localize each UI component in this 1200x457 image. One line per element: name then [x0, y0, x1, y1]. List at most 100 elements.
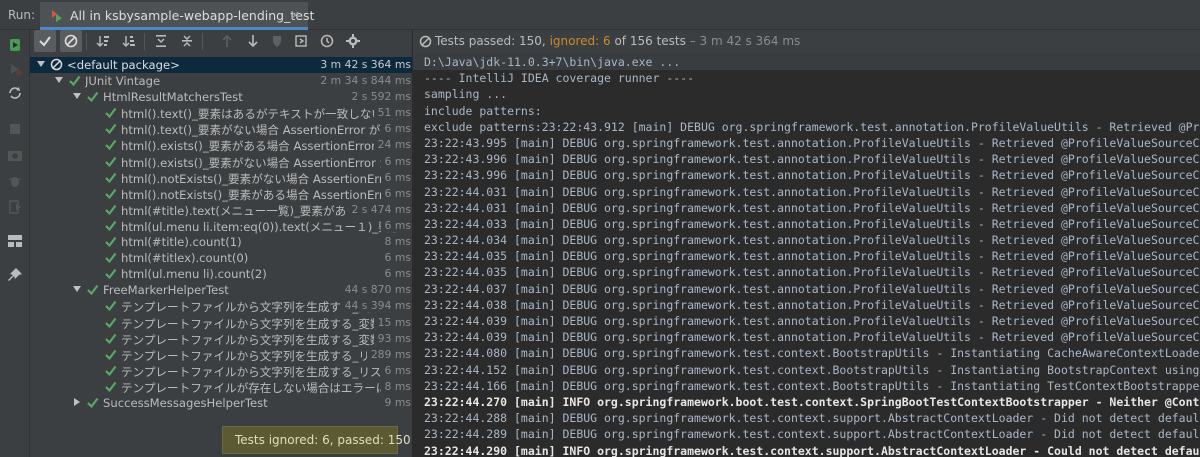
test-duration: 15 ms [373, 315, 411, 329]
test-result-balloon: Tests ignored: 6, passed: 150 [222, 426, 411, 454]
check-icon [105, 236, 117, 248]
debug-icon[interactable] [6, 172, 24, 190]
console-line: 23:22:44.166 [main] DEBUG org.springfram… [424, 378, 1200, 393]
toggle-auto-test-icon[interactable] [6, 84, 24, 102]
test-tree-row[interactable]: html().text()_要素がない場合 AssertionError が t… [30, 121, 412, 137]
console-line: 23:22:44.080 [main] DEBUG org.springfram… [424, 346, 1200, 361]
test-duration: 44 s 394 ms [340, 299, 411, 313]
layout-icon[interactable] [6, 232, 24, 250]
check-icon [105, 124, 117, 135]
test-duration: 6 ms [380, 251, 411, 265]
console-line: 23:22:44.031 [main] DEBUG org.springfram… [424, 200, 1200, 215]
test-name: テンプレートファイルから文字列を生成する_リストの場 [121, 348, 403, 363]
test-tree-row[interactable]: JUnit Vintage 2 m 34 s 844 ms [30, 73, 412, 89]
check-icon[interactable] [34, 30, 56, 52]
run-label: Run: [8, 8, 36, 22]
test-tree-row[interactable]: html(#titlex).count(0) 6 ms [30, 250, 412, 266]
test-tree-row[interactable]: html().exists()_要素がある場合 AssertionError は… [30, 137, 412, 153]
check-icon [105, 188, 117, 199]
test-tree-row[interactable]: テンプレートファイルから文字列を生成する_変数 44 s 394 ms [30, 298, 412, 314]
test-duration: 24 ms [373, 138, 411, 152]
console-line: 23:22:44.035 [main] DEBUG org.springfram… [424, 265, 1200, 280]
sort-alpha-icon[interactable] [92, 30, 114, 52]
run-tool-window-header: Run: All in ksbysample-webapp-lending_te… [0, 0, 1200, 30]
close-icon[interactable]: × [290, 8, 300, 22]
test-tree-row[interactable]: html().notExists()_要素がない場合 AssertionErro… [30, 170, 412, 186]
test-status-bar: Tests passed: 150, ignored: 6 of 156 tes… [413, 30, 1200, 54]
console-line: 23:22:43.996 [main] DEBUG org.springfram… [424, 168, 1200, 183]
test-tree-row[interactable]: html().text()_要素はあるがテキストが一致しない場合 51 ms [30, 105, 412, 121]
test-tree-row[interactable]: SuccessMessagesHelperTest 9 ms [30, 395, 412, 411]
check-icon [69, 75, 81, 87]
test-tree-row[interactable]: html(#title).count(1) 8 ms [30, 234, 412, 250]
test-tree-row[interactable]: html(ul.menu li.item:eq(0)).text(メニュー１)_… [30, 218, 412, 234]
chevron-down-icon[interactable] [72, 284, 82, 294]
run-tab-title: All in ksbysample-webapp-lending_test [70, 8, 315, 23]
test-tree-row[interactable]: <default package> 3 m 42 s 364 ms [30, 57, 412, 74]
stop-icon[interactable] [6, 120, 24, 138]
chevron-right-icon[interactable] [72, 397, 82, 407]
test-tree-row[interactable]: html().notExists()_要素がある場合 AssertionErro… [30, 186, 412, 202]
check-icon [105, 269, 117, 280]
check-icon [105, 172, 117, 183]
test-tree-row[interactable]: html(#title).text(メニュー一覧)_要素がありテキ 2 s 474… [30, 202, 412, 218]
pin-icon[interactable] [6, 266, 24, 284]
exit-icon[interactable] [6, 198, 24, 216]
test-tree-row[interactable]: テンプレートファイルが存在しない場合はエラーになる 8 ms [30, 379, 412, 395]
test-duration: 9 ms [380, 395, 411, 409]
ban-icon[interactable] [60, 30, 82, 52]
check-icon [87, 397, 99, 409]
ban-icon [419, 35, 432, 48]
console-line: D:\Java\jdk-11.0.3+7\bin\java.exe ... [413, 54, 1200, 71]
chevron-down-icon[interactable] [36, 59, 46, 69]
test-tree-row[interactable]: テンプレートファイルから文字列を生成する_リストでnar 6 ms [30, 363, 412, 379]
test-name: html().exists()_要素がない場合 AssertionError が… [121, 155, 400, 170]
chevron-down-icon[interactable] [72, 91, 82, 101]
console-line: 23:22:44.289 [main] DEBUG org.springfram… [424, 427, 1200, 442]
arrow-up-icon[interactable] [216, 30, 238, 52]
console-line: 23:22:44.288 [main] DEBUG org.springfram… [424, 411, 1200, 426]
rerun-failed-icon[interactable] [6, 60, 24, 78]
arrow-down-icon[interactable] [242, 30, 264, 52]
check-icon [105, 204, 117, 216]
test-tree-row[interactable]: テンプレートファイルから文字列を生成する_変数がnull 15 ms [30, 315, 412, 331]
test-tree-row[interactable]: テンプレートファイルから文字列を生成する_リストの場 289 ms [30, 347, 412, 363]
test-tree-row[interactable]: html().exists()_要素がない場合 AssertionError が… [30, 154, 412, 170]
test-tree-toolbar [30, 30, 412, 54]
test-duration: 6 ms [380, 154, 411, 168]
console-line: sampling ... [424, 87, 508, 102]
test-name: テンプレートファイルから文字列を生成する_変数がnull [121, 316, 403, 331]
history-icon[interactable] [316, 30, 338, 52]
test-tree-row[interactable]: html(ul.menu li).count(2) 6 ms [30, 266, 412, 282]
check-icon [87, 92, 99, 103]
console-line: 23:22:43.995 [main] DEBUG org.springfram… [424, 135, 1200, 150]
collapse-all-icon[interactable] [176, 30, 198, 52]
test-duration: 8 ms [380, 235, 411, 249]
console-line: ---- IntelliJ IDEA coverage runner ---- [424, 71, 695, 86]
check-icon [105, 365, 117, 376]
camera-icon[interactable] [6, 146, 24, 164]
test-name: html(#titlex).count(0) [121, 251, 249, 266]
console-line: 23:22:44.031 [main] DEBUG org.springfram… [424, 184, 1200, 199]
test-duration: 51 ms [373, 106, 411, 120]
test-duration: 6 ms [380, 363, 411, 377]
test-duration: 6 ms [380, 267, 411, 281]
sort-duration-icon[interactable] [118, 30, 140, 52]
test-tree-row[interactable]: FreeMarkerHelperTest 44 s 870 ms [30, 282, 412, 298]
run-tab-all-tests[interactable]: All in ksbysample-webapp-lending_test × [40, 2, 314, 30]
test-name: テンプレートファイルが存在しない場合はエラーになる [121, 380, 403, 395]
test-tree-row[interactable]: テンプレートファイルから文字列を生成する_変数＋クラ 93 ms [30, 331, 412, 347]
test-tree-row[interactable]: HtmlResultMatchersTest 2 s 592 ms [30, 89, 412, 105]
chevron-down-icon[interactable] [54, 75, 64, 85]
check-icon [105, 381, 117, 393]
rerun-icon[interactable] [6, 36, 24, 54]
expand-all-icon[interactable] [150, 30, 172, 52]
shield-icon[interactable] [266, 30, 288, 52]
settings-icon[interactable] [342, 30, 364, 52]
export-icon[interactable] [290, 30, 312, 52]
console-output[interactable]: D:\Java\jdk-11.0.3+7\bin\java.exe ... ---… [413, 54, 1200, 457]
test-name: html().notExists()_要素がある場合 AssertionErro… [121, 187, 396, 202]
test-name: テンプレートファイルから文字列を生成する_リストでnar [121, 364, 403, 379]
console-line: 23:22:44.270 [main] INFO org.springframe… [424, 394, 1200, 409]
test-duration: 6 ms [380, 122, 411, 136]
